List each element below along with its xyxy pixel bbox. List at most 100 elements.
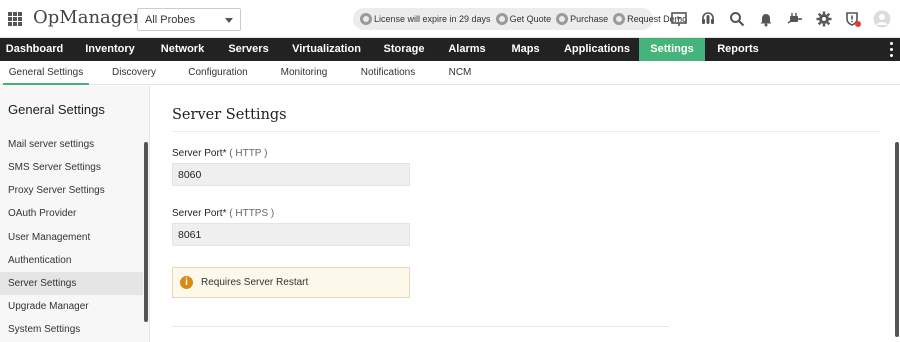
avatar-icon[interactable] (867, 8, 896, 30)
nav-label: Storage (383, 43, 425, 55)
tab-label: Monitoring (280, 67, 328, 78)
https-port-label-text: Server Port* (172, 208, 227, 219)
nav-label: Maps (511, 43, 540, 55)
http-port-label-text: Server Port* (172, 148, 227, 159)
get-quote-text: Get Quote (509, 14, 552, 24)
nav-label: Virtualization (292, 43, 361, 55)
license-expiry-text: License will expire in 29 days (374, 14, 491, 24)
tab-label: Configuration (188, 67, 248, 78)
toolbar-icons (664, 8, 896, 30)
page-title: Server Settings (172, 107, 287, 123)
sub-nav: General Settings Discovery Configuration… (0, 61, 900, 85)
main-nav: Dashboard Inventory Network Servers Virt… (0, 38, 900, 61)
sidebar-item-oauth-provider[interactable]: OAuth Provider (0, 202, 143, 225)
purchase-link[interactable]: Purchase (556, 13, 608, 25)
more-menu-icon[interactable] (890, 42, 894, 57)
sidebar-item-label: SMS Server Settings (8, 162, 101, 173)
shield-alert-icon[interactable] (838, 8, 867, 30)
top-bar: OpManager All Probes License will expire… (0, 0, 900, 38)
divider (172, 326, 669, 327)
tab-configuration[interactable]: Configuration (180, 61, 256, 85)
sidebar-title: General Settings (8, 102, 105, 117)
http-port-hint: ( HTTP ) (229, 148, 268, 159)
sidebar-item-user-management[interactable]: User Management (0, 226, 143, 249)
gear-icon[interactable] (809, 8, 838, 30)
sidebar-item-mail-server-settings[interactable]: Mail server settings (0, 133, 143, 156)
info-warning-icon: i (180, 276, 193, 289)
https-port-value: 8061 (178, 229, 202, 241)
get-quote-link[interactable]: Get Quote (495, 13, 552, 25)
tab-monitoring[interactable]: Monitoring (271, 61, 337, 85)
nav-label: Reports (717, 43, 759, 55)
nav-item-network[interactable]: Network (151, 38, 214, 61)
sidebar-item-proxy-server-settings[interactable]: Proxy Server Settings (0, 179, 143, 202)
license-bar: License will expire in 29 days Get Quote… (353, 8, 687, 30)
nav-label: Settings (650, 43, 694, 55)
sidebar-item-label: Upgrade Manager (8, 301, 89, 312)
purchase-icon (556, 13, 569, 25)
license-expiry-link[interactable]: License will expire in 29 days (360, 13, 491, 25)
main-content: Server Settings Server Port* ( HTTP ) 80… (151, 86, 900, 342)
nav-item-settings[interactable]: Settings (639, 38, 705, 61)
headset-icon[interactable] (693, 8, 722, 30)
nav-label: Servers (228, 43, 269, 55)
tab-label: Discovery (112, 67, 156, 78)
divider (172, 131, 880, 132)
https-port-field[interactable]: 8061 (172, 223, 410, 246)
sidebar: General Settings Mail server settings SM… (0, 86, 150, 342)
restart-notice-text: Requires Server Restart (201, 277, 309, 288)
nav-item-reports[interactable]: Reports (705, 38, 771, 61)
tab-label: NCM (448, 67, 472, 78)
sidebar-item-label: System Settings (8, 324, 81, 335)
demo-icon (613, 13, 626, 25)
sidebar-item-label: OAuth Provider (8, 208, 77, 219)
probe-select[interactable]: All Probes (137, 8, 241, 31)
sidebar-item-system-settings[interactable]: System Settings (0, 318, 143, 341)
license-icon (360, 13, 372, 25)
nav-label: Alarms (448, 43, 486, 55)
nav-label: Network (160, 43, 205, 55)
sidebar-item-label: Proxy Server Settings (8, 185, 105, 196)
sidebar-item-upgrade-manager[interactable]: Upgrade Manager (0, 295, 143, 318)
nav-label: Inventory (85, 43, 135, 55)
nav-item-servers[interactable]: Servers (214, 38, 283, 61)
tab-label: Notifications (360, 67, 416, 78)
tab-notifications[interactable]: Notifications (352, 61, 424, 85)
http-port-label: Server Port* ( HTTP ) (172, 148, 267, 159)
app-title: OpManager (33, 7, 142, 28)
tab-discovery[interactable]: Discovery (103, 61, 165, 85)
nav-item-virtualization[interactable]: Virtualization (283, 38, 370, 61)
sidebar-scrollbar[interactable] (144, 142, 148, 322)
sidebar-item-label: Mail server settings (8, 139, 95, 150)
https-port-hint: ( HTTPS ) (229, 208, 275, 219)
sidebar-item-label: Authentication (8, 255, 72, 266)
tab-label: General Settings (8, 67, 84, 78)
purchase-text: Purchase (570, 14, 609, 24)
search-icon[interactable] (722, 8, 751, 30)
probe-select-value: All Probes (145, 14, 196, 26)
tab-general-settings[interactable]: General Settings (3, 61, 89, 85)
bell-icon[interactable] (751, 8, 780, 30)
sidebar-item-sms-server-settings[interactable]: SMS Server Settings (0, 156, 143, 179)
nav-item-storage[interactable]: Storage (370, 38, 438, 61)
chevron-down-icon (225, 18, 233, 23)
tab-ncm[interactable]: NCM (439, 61, 481, 85)
content-scrollbar[interactable] (895, 142, 899, 337)
nav-item-dashboard[interactable]: Dashboard (0, 38, 69, 61)
http-port-field[interactable]: 8060 (172, 163, 410, 186)
apps-grid-icon[interactable] (8, 12, 22, 26)
quote-icon (495, 13, 508, 25)
sidebar-item-label: Server Settings (8, 278, 77, 289)
restart-notice: i Requires Server Restart (172, 267, 410, 298)
sidebar-item-server-settings[interactable]: Server Settings (0, 272, 143, 295)
nav-item-applications[interactable]: Applications (555, 38, 639, 61)
plug-icon[interactable] (780, 8, 809, 30)
nav-label: Applications (563, 43, 630, 55)
sidebar-item-authentication[interactable]: Authentication (0, 249, 143, 272)
nav-item-maps[interactable]: Maps (496, 38, 555, 61)
sidebar-item-label: User Management (8, 232, 91, 243)
presentation-icon[interactable] (664, 8, 693, 30)
nav-item-inventory[interactable]: Inventory (69, 38, 151, 61)
https-port-label: Server Port* ( HTTPS ) (172, 208, 274, 219)
nav-item-alarms[interactable]: Alarms (438, 38, 496, 61)
